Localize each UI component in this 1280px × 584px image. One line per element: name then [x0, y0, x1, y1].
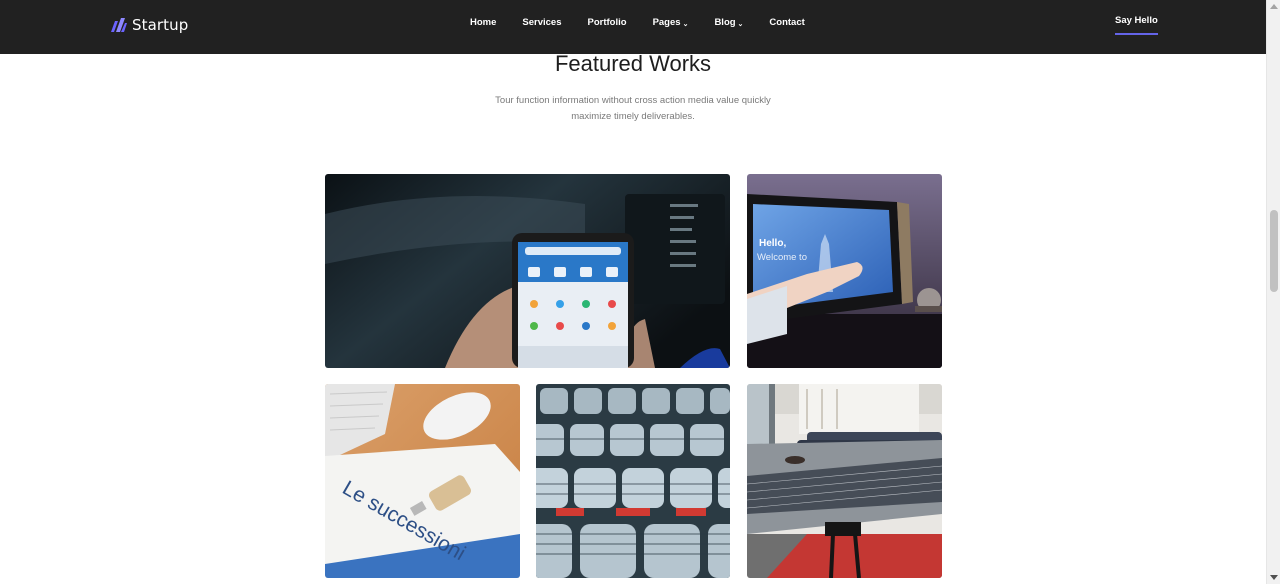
- phone-payment-app-image: [325, 174, 730, 368]
- scroll-down-icon[interactable]: [1270, 575, 1278, 580]
- nav-item-label: Home: [470, 17, 497, 28]
- portfolio-item-tablet[interactable]: Hello, Welcome to: [747, 174, 942, 368]
- tablet-greeting-text: Hello,: [759, 238, 786, 249]
- chevron-down-icon: ⌄: [737, 20, 744, 28]
- portfolio-item-phone[interactable]: [325, 174, 730, 368]
- nav-item-contact[interactable]: Contact: [769, 17, 804, 28]
- nav-item-pages[interactable]: Pages ⌄: [653, 17, 689, 28]
- nav-item-label: Blog: [714, 17, 736, 28]
- portfolio-item-chairs[interactable]: [536, 384, 730, 578]
- nav-item-portfolio[interactable]: Portfolio: [588, 17, 627, 28]
- nav-item-label: Services: [522, 17, 562, 28]
- say-hello-button[interactable]: Say Hello: [1115, 15, 1158, 35]
- scroll-up-icon[interactable]: [1270, 4, 1278, 9]
- nav-item-label: Contact: [769, 17, 805, 28]
- section-title: Featured Works: [554, 51, 712, 76]
- nav-item-services[interactable]: Services: [522, 17, 561, 28]
- tablet-welcome-screen-image: Hello, Welcome to: [747, 174, 942, 368]
- scrollbar-thumb[interactable]: [1270, 210, 1278, 292]
- page: Startup Home Services Portfolio Pages ⌄ …: [0, 0, 1280, 584]
- nav-item-label: Pages: [652, 17, 681, 28]
- nav-item-home[interactable]: Home: [470, 17, 496, 28]
- top-navbar: Startup Home Services Portfolio Pages ⌄ …: [0, 0, 1266, 54]
- ping-pong-table-image: [747, 384, 942, 578]
- nav-item-label: Portfolio: [587, 17, 627, 28]
- section-subtitle: Tour function information without cross …: [495, 95, 771, 122]
- portfolio-item-usb[interactable]: Le successioni: [325, 384, 520, 578]
- brand-logo[interactable]: Startup: [110, 14, 188, 36]
- brand-name: Startup: [132, 16, 189, 34]
- portfolio-item-pingpong[interactable]: [747, 384, 942, 578]
- startup-logo-icon: [111, 18, 127, 32]
- page-scrollbar[interactable]: [1266, 0, 1280, 584]
- main-nav: Home Services Portfolio Pages ⌄ Blog ⌄ C…: [470, 17, 831, 28]
- chevron-down-icon: ⌄: [682, 20, 689, 28]
- tablet-welcome-text: Welcome to: [757, 252, 807, 263]
- auditorium-chairs-image: [536, 384, 730, 578]
- usb-book-le-successioni-image: Le successioni: [325, 384, 520, 578]
- nav-item-blog[interactable]: Blog ⌄: [714, 17, 743, 28]
